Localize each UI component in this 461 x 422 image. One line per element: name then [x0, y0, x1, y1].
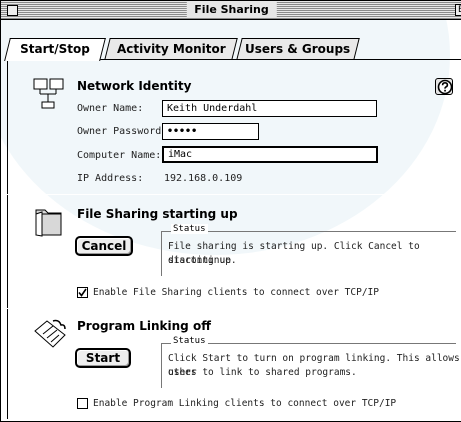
- cancel-button[interactable]: Cancel: [75, 236, 133, 256]
- network-identity-title: Network Identity: [77, 79, 192, 93]
- computer-name-label: Computer Name:: [77, 150, 162, 161]
- title-bar[interactable]: File Sharing E: [1, 1, 461, 20]
- section-divider-2: [7, 308, 461, 309]
- program-linking-title: Program Linking off: [77, 319, 211, 333]
- tab-activity-monitor-label: Activity Monitor: [116, 42, 226, 56]
- file-sharing-tcpip-checkbox[interactable]: [77, 287, 88, 298]
- close-box[interactable]: [7, 5, 18, 16]
- program-linking-tcpip-label: Enable Program Linking clients to connec…: [93, 398, 397, 409]
- checkmark-icon: [78, 288, 87, 297]
- program-linking-tcpip-checkbox[interactable]: [77, 398, 88, 409]
- file-sharing-title: File Sharing starting up: [77, 207, 238, 221]
- window-title: File Sharing: [186, 2, 277, 18]
- program-linking-status-line2: users to link to shared programs.: [168, 367, 357, 378]
- network-identity-icon: [33, 78, 64, 109]
- owner-password-label: Owner Password:: [77, 126, 168, 137]
- start-button[interactable]: Start: [75, 348, 131, 368]
- program-linking-icon: [34, 319, 66, 348]
- file-sharing-tcpip-label: Enable File Sharing clients to connect o…: [93, 287, 379, 298]
- file-sharing-status-label: Status: [171, 224, 208, 234]
- owner-password-field[interactable]: •••••: [162, 123, 259, 140]
- section-divider-1: [7, 194, 461, 195]
- tab-activity-monitor[interactable]: Activity Monitor: [104, 38, 238, 60]
- help-question-icon[interactable]: [435, 78, 453, 95]
- tab-start-stop[interactable]: Start/Stop: [4, 38, 106, 61]
- program-linking-status-label: Status: [171, 336, 208, 346]
- computer-name-field[interactable]: iMac: [162, 146, 378, 163]
- shared-folder-icon: [35, 209, 62, 237]
- owner-name-label: Owner Name:: [77, 103, 144, 114]
- panel-border: [7, 59, 8, 419]
- ip-address-label: IP Address:: [77, 173, 144, 184]
- ip-address-value: 192.168.0.109: [164, 173, 243, 184]
- file-sharing-window: File Sharing E Start/Stop Activity Monit…: [0, 0, 461, 422]
- owner-name-field[interactable]: Keith Underdahl: [162, 100, 377, 117]
- tab-start-stop-label: Start/Stop: [20, 42, 90, 56]
- zoom-box[interactable]: E: [455, 4, 461, 16]
- tab-users-groups-label: Users & Groups: [245, 42, 351, 56]
- file-sharing-status-line2: starting up.: [168, 255, 237, 266]
- tab-users-groups[interactable]: Users & Groups: [236, 38, 360, 60]
